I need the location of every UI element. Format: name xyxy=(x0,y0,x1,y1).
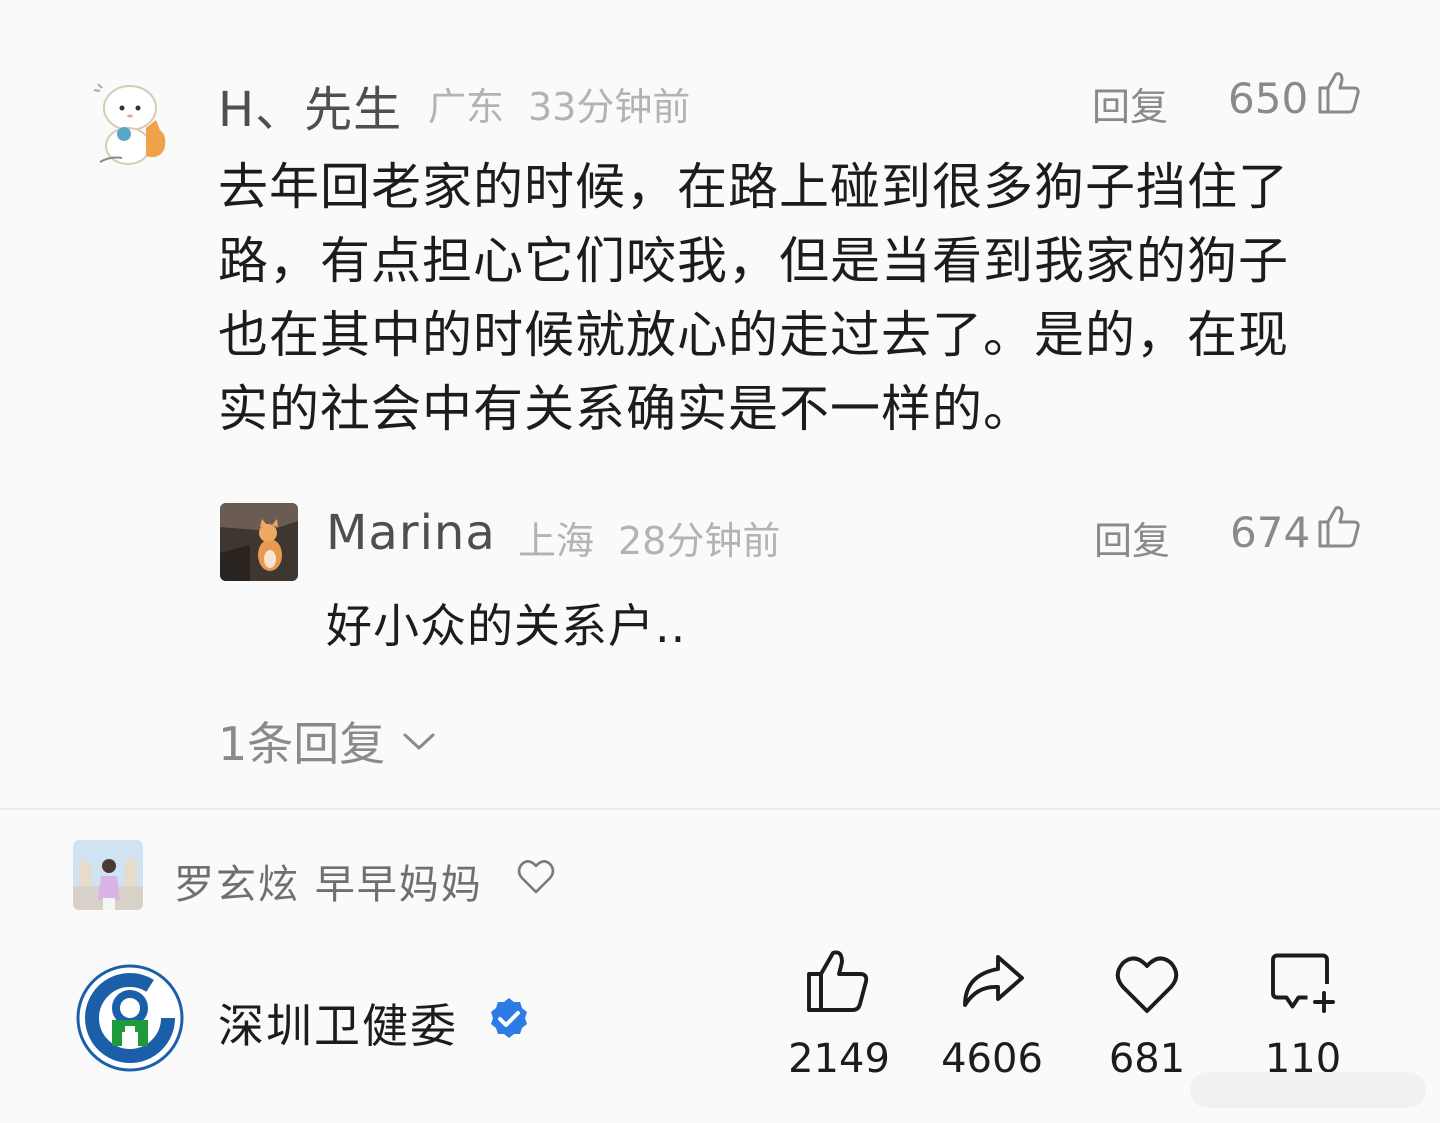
comment-time: 33分钟前 xyxy=(528,85,691,129)
heart-icon xyxy=(1115,956,1179,1013)
thumbs-up-icon xyxy=(1318,72,1360,114)
action-favorite[interactable] xyxy=(1082,948,1212,1020)
comment-user-name[interactable]: H、先生 xyxy=(218,70,402,140)
action-like-count: 2149 xyxy=(788,1036,890,1082)
thumbs-up-icon xyxy=(1318,506,1360,548)
more-replies-label: 1条回复 xyxy=(218,717,386,771)
reply-like-count: 674 xyxy=(1230,508,1311,557)
account-name[interactable]: 深圳卫健委 xyxy=(218,990,458,1056)
comment-location: 广东 xyxy=(428,85,505,129)
liked-by-text[interactable]: 罗玄炫 早早妈妈 xyxy=(174,852,483,910)
reply-text: 好小众的关系户.. xyxy=(326,599,687,653)
heart-outline-icon xyxy=(517,860,555,894)
comment-like-count: 650 xyxy=(1228,74,1309,123)
photo-avatar-icon xyxy=(73,840,143,910)
action-favorite-count: 681 xyxy=(1108,1036,1186,1082)
comment-text-line: 也在其中的时候就放心的走过去了。是的，在现 xyxy=(218,306,1289,364)
action-share-count: 4606 xyxy=(941,1036,1043,1082)
reply-time: 28分钟前 xyxy=(618,519,781,563)
reply-user-name[interactable]: Marina xyxy=(326,505,496,561)
page-indicator-pill xyxy=(1190,1072,1426,1108)
divider xyxy=(0,808,1440,810)
action-comment[interactable] xyxy=(1238,948,1368,1020)
account-logo[interactable] xyxy=(76,964,184,1072)
comment-body: 去年回老家的时候，在路上碰到很多狗子挡住了 路，有点担心它们咬我，但是当看到我家… xyxy=(218,150,1368,446)
comment-text-line: 去年回老家的时候，在路上碰到很多狗子挡住了 xyxy=(218,158,1289,216)
thumbs-up-icon xyxy=(807,950,869,1012)
comment-reply-button[interactable]: 回复 xyxy=(1092,76,1168,131)
reply-avatar[interactable] xyxy=(220,503,298,581)
comment-text-line: 路，有点担心它们咬我，但是当看到我家的狗子 xyxy=(218,232,1289,290)
comment-add-icon xyxy=(1271,953,1335,1013)
reply-like-button[interactable] xyxy=(1316,502,1364,550)
liked-by-avatar[interactable] xyxy=(73,840,143,910)
comment-avatar[interactable] xyxy=(80,70,184,174)
comment-text-line: 实的社会中有关系确实是不一样的。 xyxy=(218,380,1034,438)
chevron-down-icon xyxy=(403,733,435,750)
action-like[interactable] xyxy=(774,944,904,1016)
reply-reply-button[interactable]: 回复 xyxy=(1094,510,1170,565)
more-replies-button[interactable]: 1条回复 xyxy=(218,708,439,774)
action-share[interactable] xyxy=(927,948,1057,1020)
share-icon xyxy=(963,955,1024,1007)
verified-badge xyxy=(486,996,532,1042)
verified-badge-icon xyxy=(491,998,527,1038)
reply-location: 上海 xyxy=(518,519,595,563)
cartoon-avatar-icon xyxy=(93,83,166,165)
szphhc-logo-icon xyxy=(76,964,184,1072)
liked-by-heart[interactable] xyxy=(514,854,558,898)
comment-like-button[interactable] xyxy=(1316,68,1364,116)
cat-photo-avatar-icon xyxy=(220,503,298,581)
